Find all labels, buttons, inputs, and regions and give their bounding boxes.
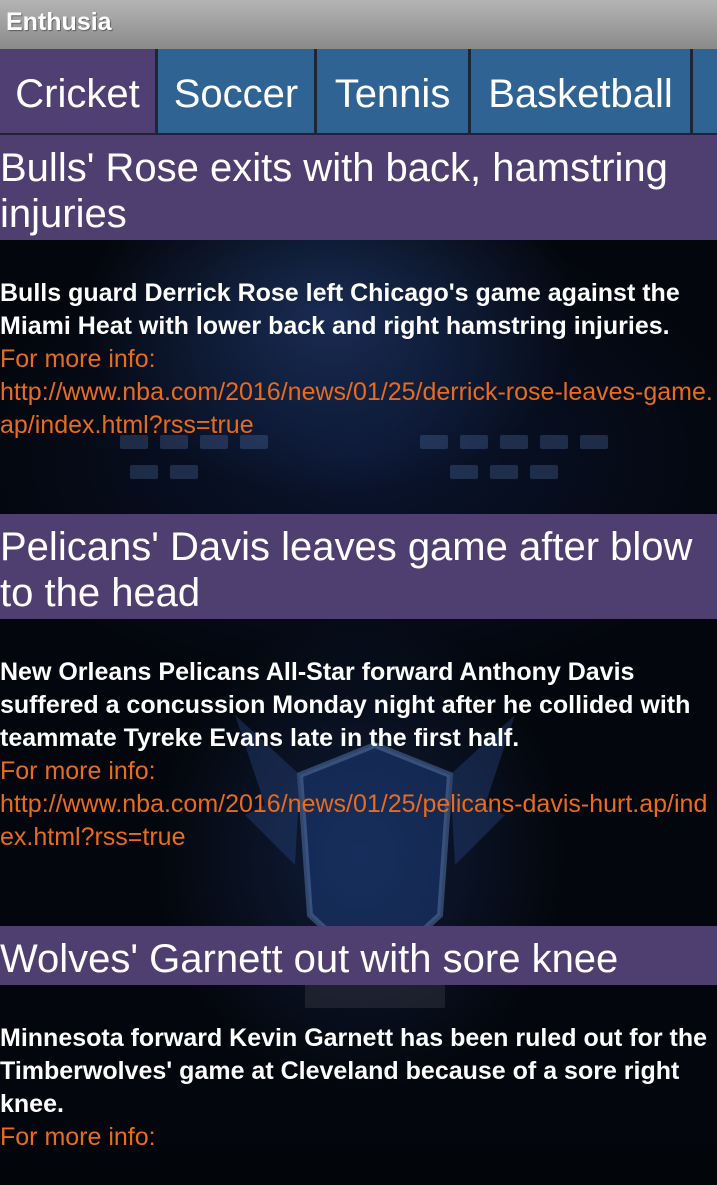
news-description: Minnesota forward Kevin Garnett has been… (0, 1024, 708, 1118)
news-title: Bulls' Rose exits with back, hamstring i… (0, 135, 717, 240)
tab-next-partial[interactable] (693, 49, 717, 135)
news-feed: Bulls' Rose exits with back, hamstring i… (0, 135, 717, 1185)
news-description: Bulls guard Derrick Rose left Chicago's … (0, 279, 680, 340)
tab-tennis[interactable]: Tennis (317, 49, 468, 135)
tab-label: Tennis (334, 72, 451, 116)
app-title: Enthusia (6, 8, 112, 36)
tab-label: Cricket (15, 72, 140, 116)
news-item[interactable]: Bulls' Rose exits with back, hamstring i… (0, 135, 717, 514)
app-title-bar: Enthusia (0, 0, 717, 49)
more-info-label: For more info: (0, 1123, 156, 1151)
news-item[interactable]: Pelicans' Davis leaves game after blow t… (0, 514, 717, 926)
news-title: Pelicans' Davis leaves game after blow t… (0, 514, 717, 619)
news-description: New Orleans Pelicans All-Star forward An… (0, 658, 691, 752)
tab-basketball[interactable]: Basketball (471, 49, 690, 135)
more-info-link[interactable]: http://www.nba.com/2016/news/01/25/derri… (0, 376, 717, 442)
tab-cricket[interactable]: Cricket (0, 49, 155, 135)
tab-label: Basketball (488, 72, 673, 116)
news-item[interactable]: Wolves' Garnett out with sore knee Minne… (0, 926, 717, 1185)
tab-soccer[interactable]: Soccer (158, 49, 314, 135)
more-info-link[interactable]: http://www.nba.com/2016/news/01/25/pelic… (0, 788, 717, 854)
sport-tabs: Cricket Soccer Tennis Basketball (0, 49, 717, 135)
news-title: Wolves' Garnett out with sore knee (0, 926, 717, 985)
more-info-label: For more info: (0, 345, 156, 373)
more-info-label: For more info: (0, 757, 156, 785)
tab-label: Soccer (173, 72, 299, 116)
